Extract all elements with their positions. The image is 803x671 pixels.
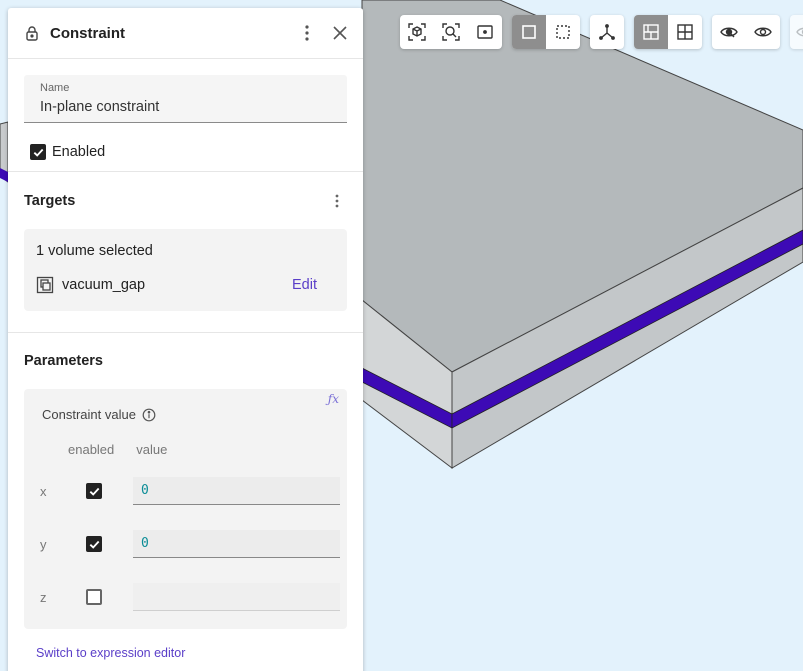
axis-row-x: x 0	[24, 476, 347, 506]
axis-label-x: x	[40, 483, 47, 499]
quad-view-button[interactable]	[668, 15, 702, 49]
checkmark-icon	[33, 148, 43, 157]
constraint-value-label-row: Constraint value	[42, 407, 347, 422]
axes-button[interactable]	[590, 15, 624, 49]
visibility-group	[712, 15, 780, 49]
lock-icon[interactable]	[24, 25, 40, 41]
selection-mode-group	[512, 15, 580, 49]
hide-button[interactable]	[712, 15, 746, 49]
axes-icon	[599, 24, 615, 40]
close-icon[interactable]	[331, 24, 349, 42]
enabled-column-header: enabled	[68, 442, 115, 457]
targets-more-icon[interactable]	[329, 193, 345, 209]
target-item: vacuum_gap Edit	[36, 276, 335, 294]
show-button[interactable]	[746, 15, 780, 49]
solid-select-button[interactable]	[512, 15, 546, 49]
axis-row-y: y 0	[24, 529, 347, 559]
column-headers: enabled value	[42, 442, 347, 457]
targets-box: 1 volume selected vacuum_gap Edit	[24, 229, 347, 311]
targets-heading: Targets	[24, 192, 76, 209]
enabled-toggle[interactable]: Enabled	[30, 143, 363, 161]
center-view-button[interactable]	[468, 15, 502, 49]
fit-selection-button[interactable]	[400, 15, 434, 49]
parameters-heading: Parameters	[24, 353, 103, 369]
zoom-button[interactable]	[434, 15, 468, 49]
cube-focus-icon	[408, 23, 426, 41]
targets-header: Targets	[8, 172, 363, 229]
name-field-value[interactable]: In-plane constraint	[40, 99, 331, 115]
dashed-square-icon	[556, 25, 570, 39]
parameters-box: ƒx Constraint value enabled value x 0 y …	[24, 389, 347, 629]
info-icon[interactable]	[142, 408, 156, 422]
panel-title: Constraint	[50, 24, 125, 42]
eye-slash-icon	[720, 27, 738, 38]
selection-count: 1 volume selected	[36, 243, 153, 259]
axis-label-z: z	[40, 589, 47, 605]
layout-group	[634, 15, 702, 49]
panel-header: Constraint	[8, 8, 363, 59]
edit-targets-link[interactable]: Edit	[292, 277, 317, 293]
split-panel-icon	[643, 24, 659, 40]
axis-row-z: z	[24, 582, 347, 612]
axis-x-checkbox[interactable]	[86, 483, 102, 499]
volume-icon	[36, 276, 54, 294]
more-visibility-group	[790, 15, 803, 49]
target-name: vacuum_gap	[62, 277, 146, 293]
axis-y-checkbox[interactable]	[86, 536, 102, 552]
checkmark-icon	[89, 487, 99, 496]
name-field-label: Name	[40, 82, 70, 94]
axes-group	[590, 15, 624, 49]
camera-tools-group	[400, 15, 502, 49]
eye-outline-icon	[796, 27, 803, 37]
square-icon	[522, 25, 536, 39]
split-view-button[interactable]	[634, 15, 668, 49]
enabled-label: Enabled	[52, 144, 106, 160]
enabled-checkbox[interactable]	[30, 144, 46, 160]
constraint-value-label: Constraint value	[42, 407, 136, 422]
more-options-icon[interactable]	[297, 23, 317, 43]
axis-z-checkbox[interactable]	[86, 589, 102, 605]
checkmark-icon	[89, 540, 99, 549]
axis-x-value-input[interactable]: 0	[133, 477, 340, 505]
grid-icon	[677, 24, 693, 40]
eye-icon	[754, 27, 772, 37]
isolate-button[interactable]	[790, 15, 803, 49]
value-column-header: value	[136, 442, 168, 457]
axis-z-value-input	[133, 583, 340, 611]
constraint-panel: Constraint Name In-plane constraint Enab…	[8, 8, 363, 671]
expression-editor-link[interactable]: Switch to expression editor	[36, 646, 363, 660]
axis-y-value-input[interactable]: 0	[133, 530, 340, 558]
parameters-header: Parameters	[8, 333, 363, 389]
name-field[interactable]: Name In-plane constraint	[24, 75, 347, 123]
axis-label-y: y	[40, 536, 47, 552]
view-toolbar	[400, 15, 803, 49]
box-select-button[interactable]	[546, 15, 580, 49]
frame-dot-icon	[477, 25, 493, 39]
zoom-icon	[442, 23, 460, 41]
function-icon[interactable]: ƒx	[328, 392, 339, 406]
